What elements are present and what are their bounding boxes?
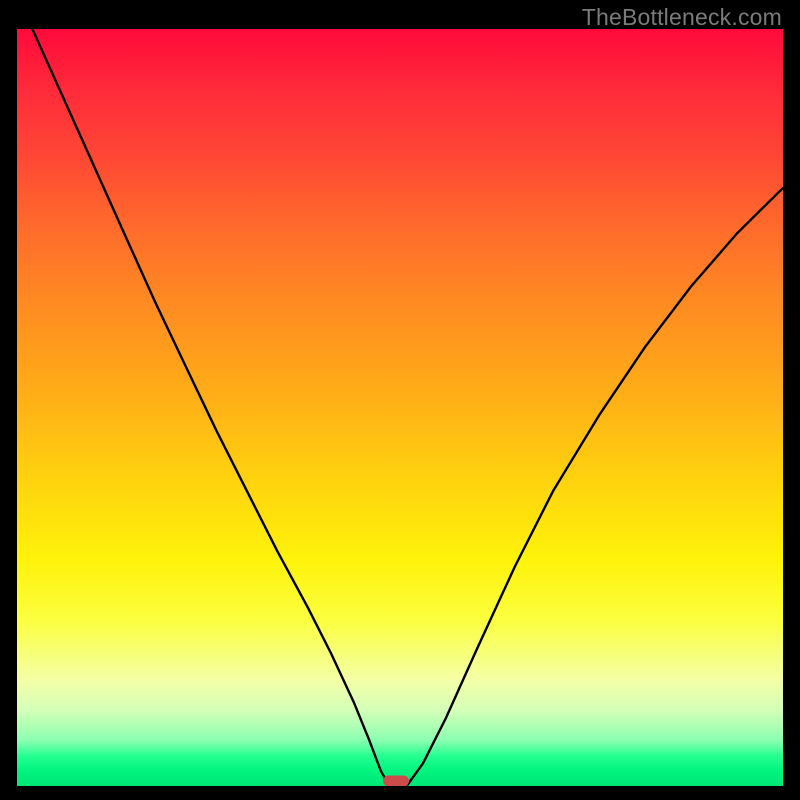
watermark-text: TheBottleneck.com [582, 4, 782, 31]
chart-frame: TheBottleneck.com [0, 0, 800, 800]
bottleneck-curve [17, 29, 783, 786]
optimal-point-marker [383, 776, 409, 786]
plot-area [17, 29, 783, 786]
